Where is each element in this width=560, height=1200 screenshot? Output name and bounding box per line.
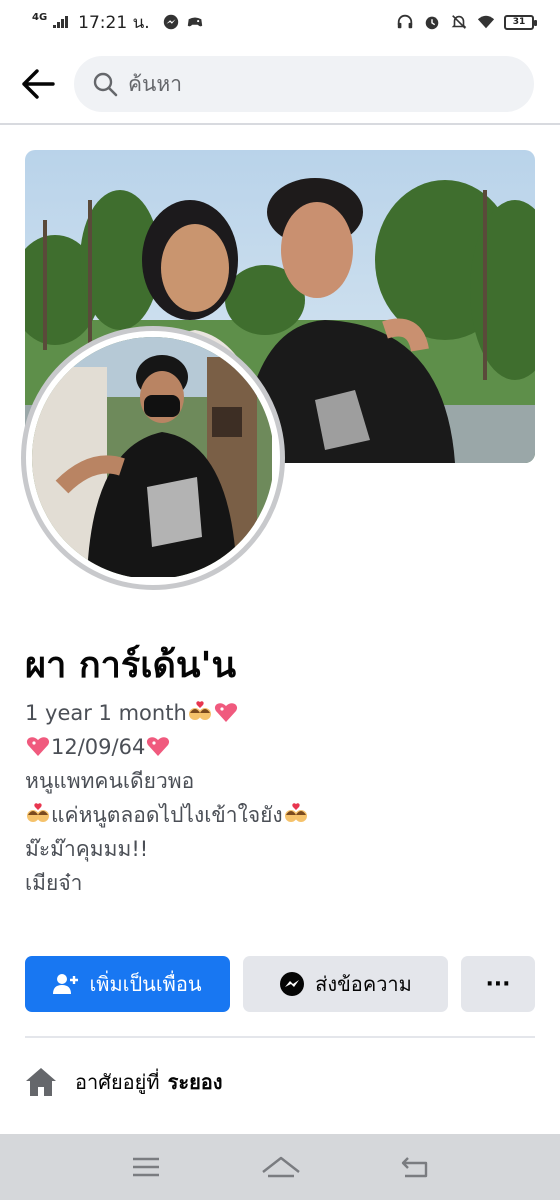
search-icon — [93, 72, 118, 97]
search-input[interactable] — [128, 72, 508, 96]
back-nav-icon — [401, 1157, 428, 1178]
add-friend-label: เพิ่มเป็นเพื่อน — [89, 972, 202, 996]
bio-line: 12/09/64 — [25, 730, 535, 764]
section-divider — [25, 1036, 535, 1038]
recent-apps-button[interactable] — [126, 1147, 166, 1187]
battery-icon: 31 — [504, 14, 537, 30]
lives-in-row: อาศัยอยู่ที่ ระยอง — [25, 1066, 223, 1098]
back-button[interactable] — [18, 64, 58, 104]
couple-kiss-emoji — [188, 701, 211, 720]
send-message-label: ส่งข้อความ — [315, 972, 412, 996]
bio-line-text: 1 year 1 month — [25, 701, 187, 725]
more-options-button[interactable]: ··· — [461, 956, 535, 1012]
bio-line: 1 year 1 month — [25, 696, 535, 730]
couple-kiss-emoji — [27, 803, 49, 822]
bio-line-text: 12/09/64 — [51, 735, 146, 759]
profile-avatar[interactable] — [21, 326, 285, 590]
mute-bell-icon — [451, 15, 467, 29]
status-time: 17:21 น. — [78, 12, 150, 33]
network-type: 4G — [32, 12, 48, 23]
headphones-icon — [397, 14, 413, 29]
wifi-icon — [477, 15, 495, 29]
bio-line-text: หนูแพทคนเดียวพอ — [25, 769, 195, 793]
back-arrow-icon — [22, 69, 55, 99]
bio-line: ม๊ะม๊าคุมมม!! — [25, 832, 535, 866]
add-friend-icon — [53, 974, 79, 994]
header — [0, 52, 560, 116]
sparkling-heart-emoji — [26, 737, 50, 756]
couple-kiss-emoji — [284, 803, 307, 822]
add-friend-button[interactable]: เพิ่มเป็นเพื่อน — [25, 956, 230, 1012]
status-bar: 4G 17:21 น. 31 — [0, 0, 560, 44]
bio-line: หนูแพทคนเดียวพอ — [25, 764, 535, 798]
avatar-image — [32, 337, 272, 577]
status-left: 4G 17:21 น. — [32, 9, 204, 36]
bio-line-text: แค่หนูตลอดไปไงเข้าใจยัง — [51, 803, 283, 827]
profile-name: ผา การ์เด้น'น — [25, 645, 237, 686]
back-nav-button[interactable] — [395, 1147, 435, 1187]
alarm-icon — [425, 16, 439, 30]
bio-line: เมียจ๋า — [25, 866, 535, 900]
bio-line: แค่หนูตลอดไปไงเข้าใจยัง — [25, 798, 535, 832]
sparkling-heart-emoji — [214, 703, 237, 722]
lives-in-label: อาศัยอยู่ที่ — [75, 1070, 160, 1094]
avatar-image-frame — [32, 337, 274, 579]
home-icon — [26, 1068, 56, 1096]
send-message-button[interactable]: ส่งข้อความ — [243, 956, 448, 1012]
more-options-icon: ··· — [485, 971, 511, 997]
header-divider — [0, 123, 560, 125]
status-right: 31 — [396, 13, 537, 31]
sparkling-heart-emoji — [147, 737, 170, 756]
profile-actions: เพิ่มเป็นเพื่อน ส่งข้อความ ··· — [25, 956, 535, 1012]
system-nav-bar — [0, 1134, 560, 1200]
home-button[interactable] — [261, 1147, 301, 1187]
search-box[interactable] — [74, 56, 534, 112]
bio-line-text: ม๊ะม๊าคุมมม!! — [25, 837, 149, 861]
lives-in-value[interactable]: ระยอง — [168, 1066, 223, 1098]
messenger-icon — [163, 14, 178, 30]
profile-bio: 1 year 1 month 12/09/64 หนูแพทคนเดียวพอ … — [25, 696, 535, 900]
bio-line-text: เมียจ๋า — [25, 871, 83, 895]
menu-icon — [133, 1157, 159, 1177]
game-icon — [187, 17, 202, 27]
home-outline-icon — [261, 1156, 300, 1178]
messenger-icon — [280, 972, 305, 996]
signal-icon — [53, 16, 69, 28]
